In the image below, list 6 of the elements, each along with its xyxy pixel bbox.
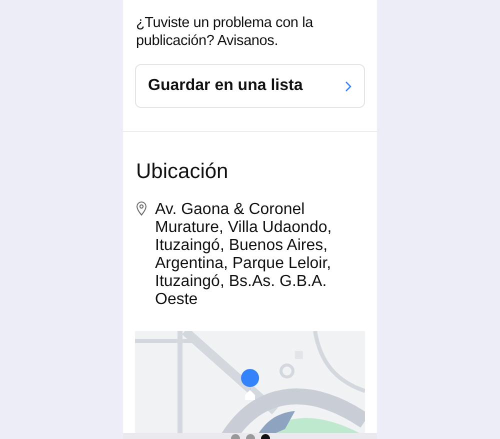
chevron-icon: [345, 80, 352, 92]
address-text: Av. Gaona & Coronel Murature, Villa Udaondo, Ituzaingó, Buenos Aires, Argentina, Parque Leloir, Ituzaingó, Bs.As. G.B.A. Oeste: [155, 201, 333, 310]
section-title: Ubicación: [135, 159, 230, 184]
location-pin-icon: [136, 201, 147, 216]
report-link[interactable]: ¿Tuviste un problema con la publicación? Avisanos.: [123, 0, 377, 50]
save-list-button[interactable]: Guardar en una lista: [135, 64, 365, 108]
